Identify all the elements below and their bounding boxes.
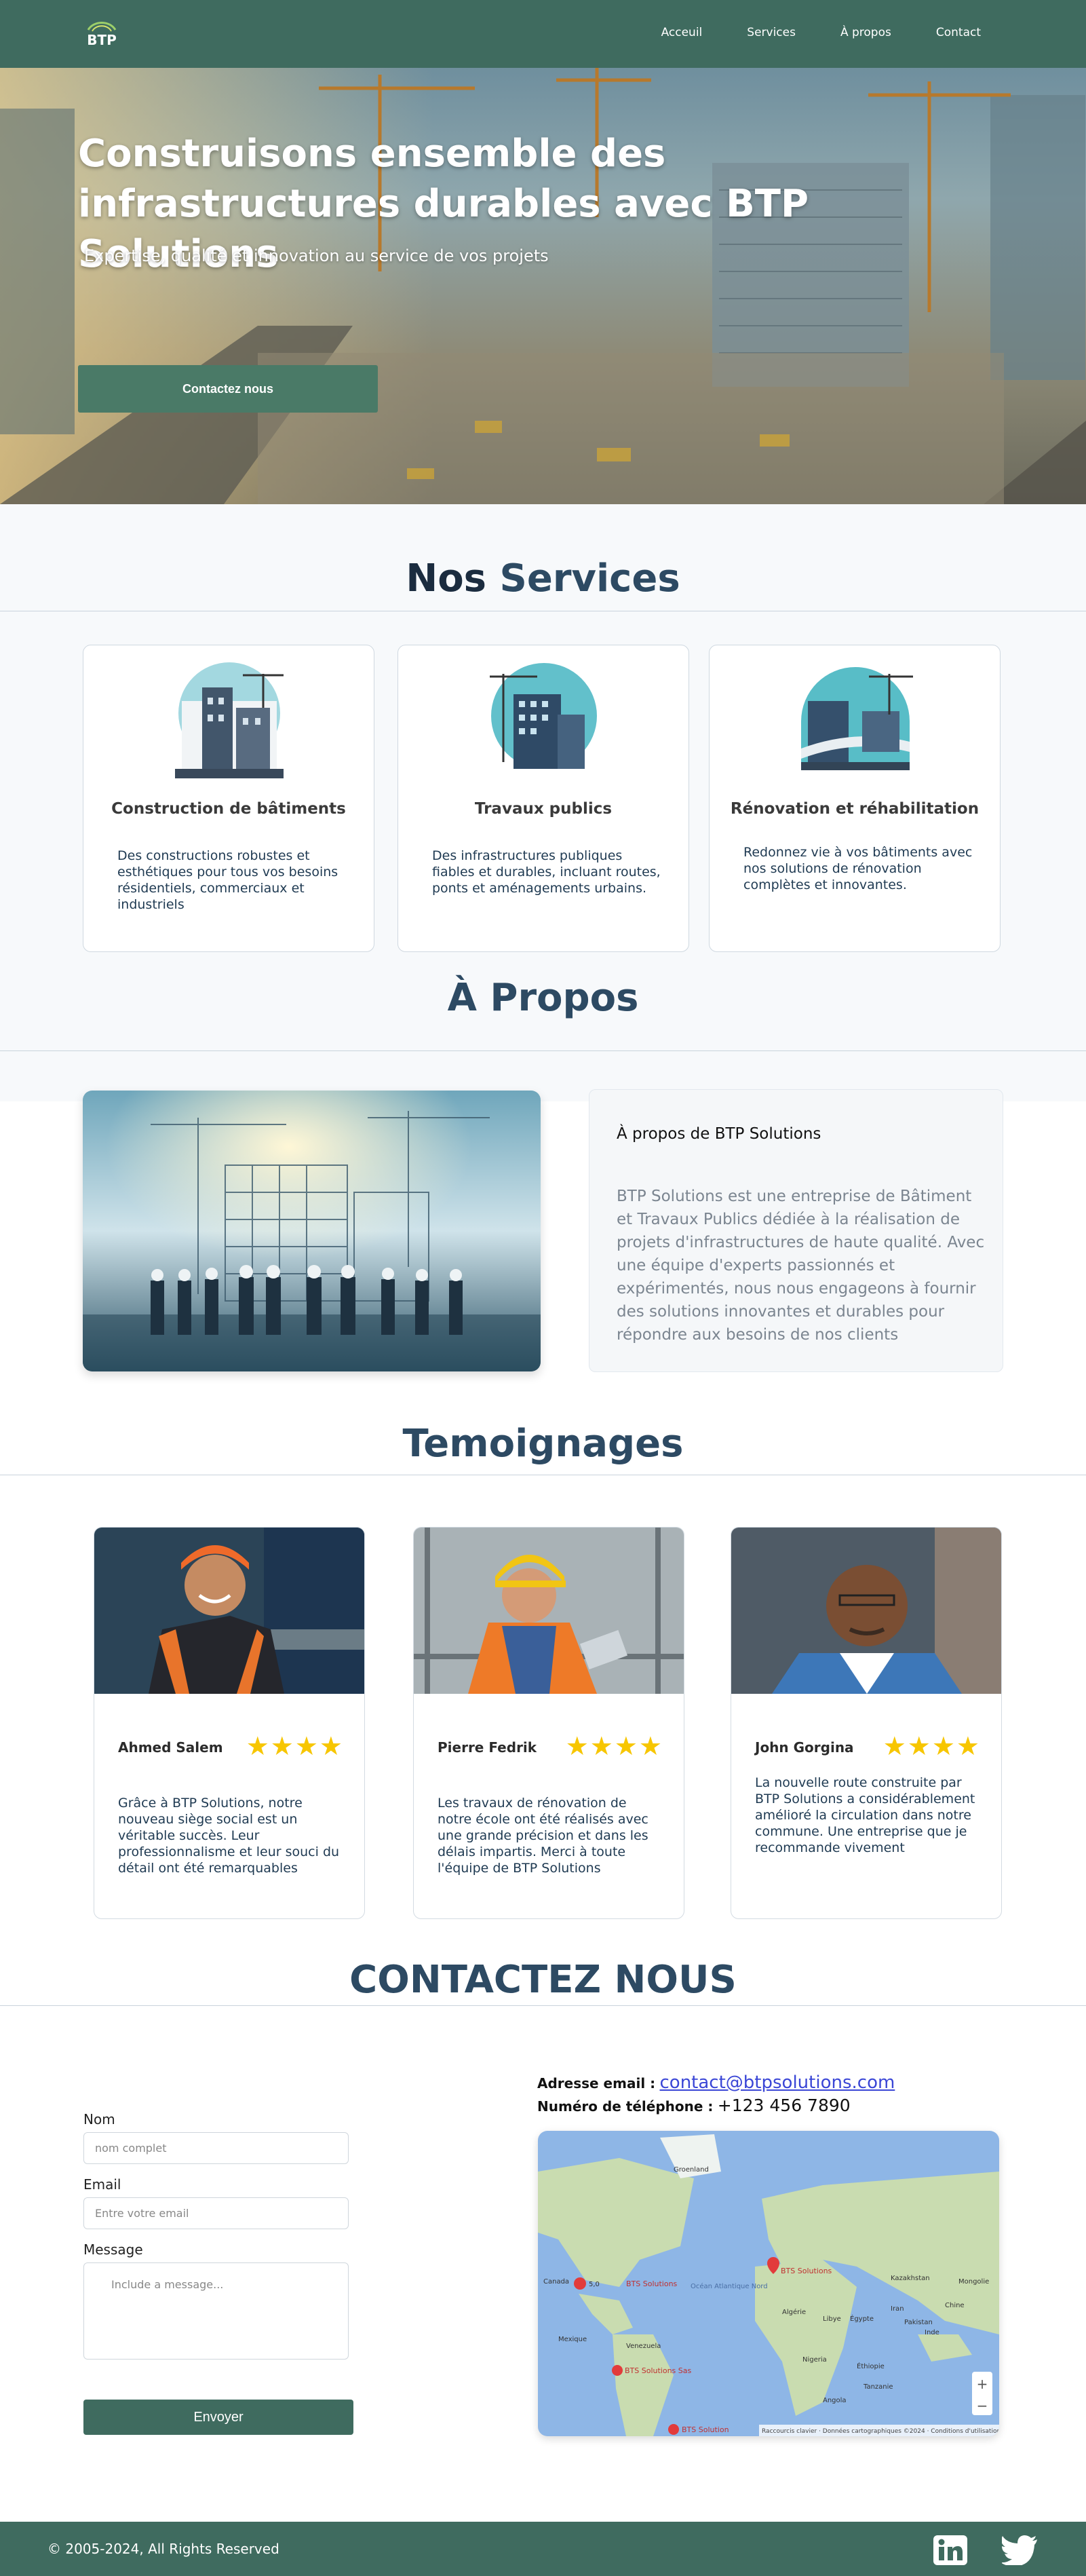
testimonial-author: John Gorgina: [755, 1739, 854, 1756]
phone-key: Numéro de téléphone :: [537, 2098, 714, 2115]
map-label: Venezuela: [626, 2343, 661, 2350]
service-name: Construction de bâtiments: [111, 800, 346, 818]
hero-subtitle: Expertise, qualité et innovation au serv…: [84, 246, 549, 265]
linkedin-icon[interactable]: [933, 2535, 967, 2565]
map-label: Canada: [543, 2278, 569, 2286]
map-label: Tanzanie: [863, 2383, 893, 2391]
name-input[interactable]: nom complet: [83, 2132, 349, 2164]
section-divider: [0, 2005, 1086, 2006]
testimonial-text: La nouvelle route construite par BTP Sol…: [755, 1775, 975, 1855]
testimonial-card: Pierre Fedrik ★★★★ Les travaux de rénova…: [413, 1527, 684, 1919]
service-description: Redonnez vie à vos bâtiments avec nos so…: [743, 845, 973, 892]
map-zoom-in-button[interactable]: +: [977, 2376, 988, 2392]
nav-link-a-propos[interactable]: À propos: [840, 26, 891, 39]
map-label: Iran: [891, 2305, 904, 2313]
testimonial-text: Grâce à BTP Solutions, notre nouveau siè…: [118, 1796, 340, 1876]
map-zoom-out-button[interactable]: −: [977, 2398, 988, 2414]
map-label: Océan Atlantique Nord: [691, 2282, 768, 2290]
testimonial-photo: [731, 1528, 1001, 1694]
map-marker-label: BTS Solution: [682, 2425, 729, 2434]
map-marker-label: BTS Solutions Sas: [625, 2366, 692, 2375]
email-link[interactable]: contact@btpsolutions.com: [660, 2072, 895, 2093]
public-works-illustration-icon: [490, 663, 597, 776]
svg-text:BTP: BTP: [87, 32, 117, 48]
phone-value: +123 456 7890: [717, 2096, 851, 2115]
brand-logo[interactable]: BTP: [81, 18, 122, 52]
building-illustration-icon: [175, 662, 284, 778]
name-label: Nom: [83, 2111, 115, 2127]
testimonial-author: Ahmed Salem: [118, 1739, 223, 1756]
service-card[interactable]: Construction de bâtiments Des constructi…: [83, 645, 374, 952]
services-title: Nos Services: [0, 556, 1086, 601]
services-title-part1: Nos: [406, 556, 487, 601]
contact-email-row: Adresse email : contact@btpsolutions.com: [537, 2072, 895, 2093]
message-textarea[interactable]: Include a message...: [83, 2262, 349, 2360]
twitter-icon[interactable]: [1002, 2535, 1039, 2565]
nav-links: Acceuil Services À propos Contact: [661, 26, 981, 39]
section-divider: [0, 1050, 1086, 1051]
page: BTP Acceuil Services À propos Contact Co…: [0, 0, 1086, 2576]
service-card[interactable]: Rénovation et réhabilitation Redonnez vi…: [709, 645, 1001, 952]
star-rating-icon: ★★★★: [883, 1731, 981, 1761]
email-input[interactable]: Entre votre email: [83, 2197, 349, 2229]
map-label: Chine: [945, 2302, 965, 2309]
about-heading: À propos de BTP Solutions: [617, 1125, 821, 1143]
map-label: Pakistan: [904, 2319, 933, 2326]
testimonial-text: Les travaux de rénovation de notre école…: [438, 1796, 648, 1876]
testimonial-card: John Gorgina ★★★★ La nouvelle route cons…: [731, 1527, 1002, 1919]
message-label: Message: [83, 2241, 143, 2258]
contact-phone-row: Numéro de téléphone : +123 456 7890: [537, 2096, 851, 2115]
map-marker-label: BTS Solutions: [781, 2267, 832, 2275]
service-name: Travaux publics: [474, 800, 613, 818]
renovation-illustration-icon: [801, 667, 913, 770]
testimonial-author: Pierre Fedrik: [438, 1739, 537, 1756]
send-button[interactable]: Envoyer: [83, 2400, 353, 2435]
map-rating-badge: 5,0: [589, 2281, 600, 2288]
testimonial-photo: [414, 1528, 684, 1694]
hero-section: Construisons ensemble des infrastructure…: [0, 68, 1086, 504]
map-attribution: Raccourcis clavier · Données cartographi…: [762, 2427, 999, 2435]
service-description: Des constructions robustes et esthétique…: [117, 848, 338, 912]
about-construction-image: [83, 1091, 541, 1371]
about-text-box: À propos de BTP Solutions BTP Solutions …: [589, 1089, 1003, 1372]
contact-cta-button[interactable]: Contactez nous: [78, 365, 378, 413]
testimonial-photo: [94, 1528, 364, 1694]
service-name: Rénovation et réhabilitation: [730, 800, 980, 818]
map-label: Algérie: [782, 2308, 806, 2316]
nav-link-accueil[interactable]: Acceuil: [661, 26, 703, 39]
top-nav: BTP Acceuil Services À propos Contact: [0, 0, 1086, 68]
map-label: Nigeria: [802, 2356, 827, 2364]
service-description: Des infrastructures publiques fiables et…: [432, 848, 661, 896]
about-paragraph: BTP Solutions est une entreprise de Bâti…: [617, 1188, 985, 1344]
services-title-part2: Services: [499, 556, 680, 601]
copyright-text: © 2005-2024, All Rights Reserved: [47, 2541, 279, 2557]
map-marker-icon[interactable]: BTS Solution: [668, 2424, 729, 2435]
about-title: À Propos: [447, 976, 639, 1020]
map-label: Mexique: [558, 2336, 587, 2343]
map-label: Angola: [823, 2397, 847, 2404]
nav-link-contact[interactable]: Contact: [936, 26, 981, 39]
map-label: Égypte: [850, 2314, 874, 2323]
location-map[interactable]: Groenland Océan Atlantique Nord Kazakhst…: [538, 2131, 999, 2436]
testimonial-card: Ahmed Salem ★★★★ Grâce à BTP Solutions, …: [94, 1527, 365, 1919]
testimonials-title: Temoignages: [402, 1422, 684, 1466]
map-label: Inde: [925, 2329, 939, 2336]
map-label: Mongolie: [958, 2278, 989, 2286]
star-rating-icon: ★★★★: [246, 1731, 344, 1761]
email-key: Adresse email :: [537, 2075, 656, 2091]
map-label: Kazakhstan: [891, 2275, 930, 2282]
contact-title: CONTACTEZ NOUS: [349, 1958, 737, 2002]
map-marker-label: BTS Solutions: [626, 2279, 678, 2288]
star-rating-icon: ★★★★: [565, 1731, 663, 1761]
email-label: Email: [83, 2176, 121, 2193]
map-label: Éthiopie: [857, 2362, 885, 2370]
service-card[interactable]: Travaux publics Des infrastructures publ…: [397, 645, 689, 952]
map-label: Groenland: [674, 2166, 709, 2174]
map-label: Libye: [823, 2315, 841, 2323]
footer: © 2005-2024, All Rights Reserved: [0, 2522, 1086, 2576]
nav-link-services[interactable]: Services: [747, 26, 796, 39]
